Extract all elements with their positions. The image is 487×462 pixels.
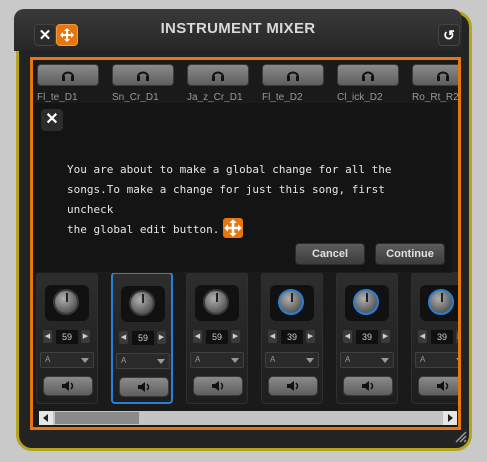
knob-well: [121, 286, 165, 322]
dialog-message-line-2: songs.To make a change for just this son…: [67, 183, 385, 216]
dialog-message-line-3: the global edit button.: [67, 218, 427, 240]
global-edit-icon: [223, 218, 244, 238]
decrement-button[interactable]: ◀: [268, 330, 277, 343]
headphone-button[interactable]: [412, 64, 458, 86]
value-stepper: ◀ 39▶: [343, 330, 393, 344]
headphone-button[interactable]: [187, 64, 249, 86]
continue-button[interactable]: Continue: [375, 243, 445, 265]
knob-well: [270, 285, 314, 321]
channel-value: 39: [281, 330, 303, 344]
volume-knob[interactable]: [353, 289, 379, 315]
global-edit-button[interactable]: [56, 24, 78, 46]
mute-button[interactable]: [119, 377, 169, 397]
channel-select[interactable]: A: [116, 353, 170, 369]
headphones-icon: [62, 71, 74, 81]
scroll-left-button[interactable]: [39, 411, 53, 425]
dialog-message: You are about to make a global change fo…: [67, 160, 427, 240]
increment-button[interactable]: ▶: [157, 331, 166, 344]
value-stepper: ◀ 59 ▶: [119, 331, 169, 345]
window-title: INSTRUMENT MIXER: [160, 20, 316, 37]
value-stepper: ◀ 59 ▶: [43, 330, 93, 344]
headphone-button[interactable]: [262, 64, 324, 86]
reset-button[interactable]: ↺: [438, 24, 460, 46]
decrement-button[interactable]: ◀: [343, 330, 352, 343]
channel-strip[interactable]: ◀ 59 ▶ A: [186, 272, 248, 404]
knob-well: [420, 285, 458, 321]
channel-strip[interactable]: ◀ 39▶ A: [261, 272, 323, 404]
close-icon: ✕: [45, 111, 59, 128]
headphones-icon: [362, 71, 374, 81]
headphone-button[interactable]: [337, 64, 399, 86]
increment-button[interactable]: ▶: [456, 330, 458, 343]
decrement-button[interactable]: ◀: [193, 330, 202, 343]
speaker-icon: [362, 381, 374, 391]
knob-well: [345, 285, 389, 321]
speaker-icon: [287, 381, 299, 391]
headphones-icon: [137, 71, 149, 81]
channel-select[interactable]: A: [190, 352, 244, 368]
decrement-button[interactable]: ◀: [119, 331, 128, 344]
channel-strip[interactable]: ◀ 59 ▶ A: [36, 272, 98, 404]
channel-select[interactable]: A: [340, 352, 394, 368]
speaker-icon: [138, 382, 150, 392]
dialog-close-button[interactable]: ✕: [41, 109, 63, 131]
knob-well: [195, 285, 239, 321]
knob-well: [45, 285, 89, 321]
headphone-button[interactable]: [37, 64, 99, 86]
increment-button[interactable]: ▶: [231, 330, 240, 343]
speaker-icon: [62, 381, 74, 391]
global-change-dialog: ✕ You are about to make a global change …: [34, 103, 452, 272]
mute-button[interactable]: [193, 376, 243, 396]
decrement-button[interactable]: ◀: [418, 330, 427, 343]
triangle-left-icon: [43, 414, 48, 422]
channel-strip[interactable]: ◀ 59 ▶ A: [111, 272, 173, 404]
channel-value: 39: [356, 330, 378, 344]
headphones-icon: [287, 71, 299, 81]
headphone-button[interactable]: [112, 64, 174, 86]
increment-button[interactable]: ▶: [381, 330, 390, 343]
headphones-icon: [212, 71, 224, 81]
triangle-right-icon: [448, 414, 453, 422]
close-icon: ✕: [38, 27, 52, 44]
channel-select[interactable]: A: [415, 352, 458, 368]
channel-value: 59: [206, 330, 228, 344]
increment-button[interactable]: ▶: [306, 330, 315, 343]
scroll-right-button[interactable]: [443, 411, 457, 425]
channel-value: 39: [431, 330, 453, 344]
headphones-icon: [437, 71, 449, 81]
dialog-message-line-1: You are about to make a global change fo…: [67, 163, 392, 176]
speaker-icon: [437, 381, 449, 391]
global-edit-icon: [60, 28, 74, 42]
channel-value: 59: [132, 331, 154, 345]
mute-button[interactable]: [343, 376, 393, 396]
close-button[interactable]: ✕: [34, 24, 56, 46]
channel-select[interactable]: A: [40, 352, 94, 368]
mute-button[interactable]: [418, 376, 458, 396]
increment-button[interactable]: ▶: [81, 330, 90, 343]
title-bar: INSTRUMENT MIXER: [14, 9, 462, 51]
volume-knob[interactable]: [203, 289, 229, 315]
channel-value: 59: [56, 330, 78, 344]
undo-icon: ↺: [443, 26, 455, 43]
mute-button[interactable]: [268, 376, 318, 396]
value-stepper: ◀ 39▶: [418, 330, 458, 344]
volume-knob[interactable]: [129, 290, 155, 316]
horizontal-scrollbar[interactable]: [39, 411, 457, 425]
dialog-message-line-3-text: the global edit button.: [67, 223, 220, 236]
volume-knob[interactable]: [53, 289, 79, 315]
value-stepper: ◀ 39▶: [268, 330, 318, 344]
mute-button[interactable]: [43, 376, 93, 396]
channel-select[interactable]: A: [265, 352, 319, 368]
decrement-button[interactable]: ◀: [43, 330, 52, 343]
volume-knob[interactable]: [428, 289, 454, 315]
resize-grip-icon[interactable]: [450, 426, 468, 444]
value-stepper: ◀ 59 ▶: [193, 330, 243, 344]
channel-strip[interactable]: ◀ 39▶ A: [336, 272, 398, 404]
channel-strip[interactable]: ◀ 39▶ A: [411, 272, 458, 404]
speaker-icon: [212, 381, 224, 391]
scroll-thumb[interactable]: [55, 412, 139, 424]
volume-knob[interactable]: [278, 289, 304, 315]
cancel-button[interactable]: Cancel: [295, 243, 365, 265]
